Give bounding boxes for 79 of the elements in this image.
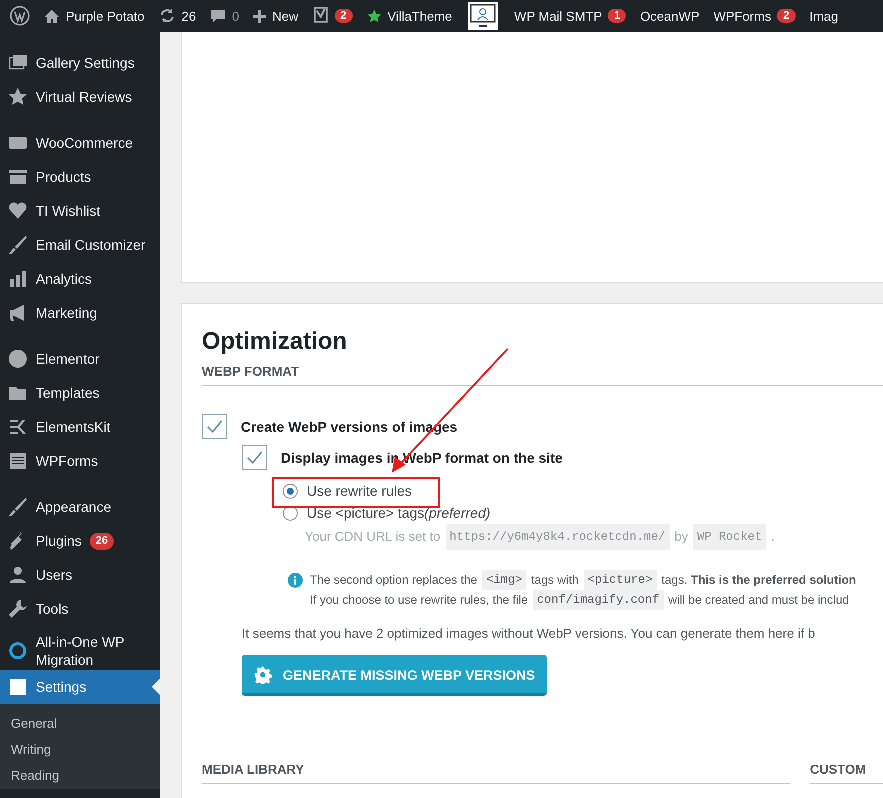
sidebar-menu-item[interactable]: TI Wishlist: [0, 194, 160, 228]
new-link[interactable]: New: [272, 8, 298, 24]
user-icon: [8, 565, 28, 585]
notification-badge: 1: [608, 9, 626, 23]
notification-badge: 2: [334, 9, 353, 23]
comment-count[interactable]: 0: [232, 8, 240, 24]
submenu-link[interactable]: Reading: [0, 763, 160, 789]
sidebar-menu-item[interactable]: ElementsKit: [0, 410, 160, 444]
section-heading: WEBP FORMAT: [202, 364, 883, 386]
section-heading: CUSTOM: [810, 762, 883, 784]
info-text: The second option replaces the: [310, 572, 478, 589]
code-text: https://y6m4y8k4.rocketcdn.me/: [446, 524, 670, 550]
yoast-icon[interactable]: [312, 7, 328, 25]
update-count[interactable]: 26: [182, 8, 196, 24]
checkbox[interactable]: [242, 445, 267, 470]
count-badge: 26: [90, 532, 114, 550]
toolbar-menu-link[interactable]: OceanWP: [640, 8, 700, 24]
code-text: <picture>: [584, 570, 657, 590]
comment-icon: [210, 8, 226, 24]
villatheme-link[interactable]: VillaTheme: [388, 8, 452, 24]
site-name-link[interactable]: Purple Potato: [66, 8, 145, 24]
toolbar-menu-link[interactable]: Imag: [810, 8, 838, 24]
submenu-link[interactable]: General: [0, 711, 160, 737]
brush-icon: [8, 235, 28, 255]
ring-icon: [8, 641, 28, 661]
section-heading: MEDIA LIBRARY: [202, 762, 790, 784]
wrench-icon: [8, 599, 28, 619]
section-title: Optimization: [202, 327, 348, 357]
radio-button[interactable]: [283, 484, 298, 498]
sidebar-menu-item[interactable]: Virtual Reviews: [0, 80, 160, 114]
sidebar-menu-item[interactable]: Plugins 26: [0, 524, 160, 558]
sidebar-menu-item[interactable]: Settings: [0, 670, 160, 704]
code-text: conf/imagify.conf: [533, 590, 664, 610]
sidebar-menu-item[interactable]: Tools: [0, 592, 160, 626]
code-text: WP Rocket: [693, 524, 766, 550]
info-text: will be created and must be includ: [668, 592, 850, 609]
info-text: If you choose to use rewrite rules, the file: [310, 592, 528, 609]
sidebar-menu-item[interactable]: Products: [0, 160, 160, 194]
toolbar-menu-link[interactable]: WP Mail SMTP: [514, 8, 602, 24]
sidebar-menu-item[interactable]: Gallery Settings: [0, 46, 160, 80]
sidebar-menu-item[interactable]: Elementor: [0, 342, 160, 376]
sidebar-menu-item[interactable]: Templates: [0, 376, 160, 410]
brush-icon: [8, 497, 28, 517]
sidebar-menu-item[interactable]: WPForms: [0, 444, 160, 478]
sidebar-menu-item[interactable]: Appearance: [0, 490, 160, 524]
plus-icon: [253, 10, 266, 22]
missing-webp-notice: It seems that you have 2 optimized images without WebP versions. You can generate them here if b: [242, 626, 816, 641]
info-text: tags with: [531, 572, 579, 589]
info-icon: [288, 573, 303, 588]
checkmark-icon: [206, 420, 222, 434]
wordpress-logo-icon[interactable]: [10, 6, 30, 26]
notification-badge: 2: [777, 9, 796, 23]
code-text: <img>: [482, 570, 526, 590]
help-text: Your CDN URL is set to: [305, 528, 441, 546]
radio-label: Use rewrite rules: [307, 482, 412, 501]
help-text: by: [674, 528, 688, 546]
radio-label: Use <picture> tags(preferred): [307, 504, 491, 523]
sidebar-menu-item[interactable]: WooCommerce: [0, 126, 160, 160]
form-icon: [8, 451, 28, 471]
heart-icon: [8, 201, 28, 221]
home-icon: [44, 8, 60, 24]
box-icon: [8, 167, 28, 187]
star-icon: [366, 8, 382, 24]
gear-icon: [254, 666, 272, 684]
checkmark-icon: [246, 450, 262, 464]
sidebar-menu-item[interactable]: Marketing: [0, 296, 160, 330]
checkbox[interactable]: [202, 414, 227, 439]
help-text: .: [771, 528, 775, 546]
submenu-link[interactable]: Writing: [0, 737, 160, 763]
sidebar-menu-item[interactable]: Email Customizer: [0, 228, 160, 262]
circle-icon: [8, 349, 28, 369]
sidebar-menu-item[interactable]: Analytics: [0, 262, 160, 296]
monitor-user-icon[interactable]: [468, 2, 498, 30]
star-icon: [8, 87, 28, 107]
bars-icon: [8, 269, 28, 289]
toolbar-menu-link[interactable]: WPForms: [714, 8, 772, 24]
sidebar-menu-item[interactable]: Users: [0, 558, 160, 592]
info-text: tags. This is the preferred solution: [662, 572, 856, 589]
refresh-icon: [158, 8, 176, 24]
